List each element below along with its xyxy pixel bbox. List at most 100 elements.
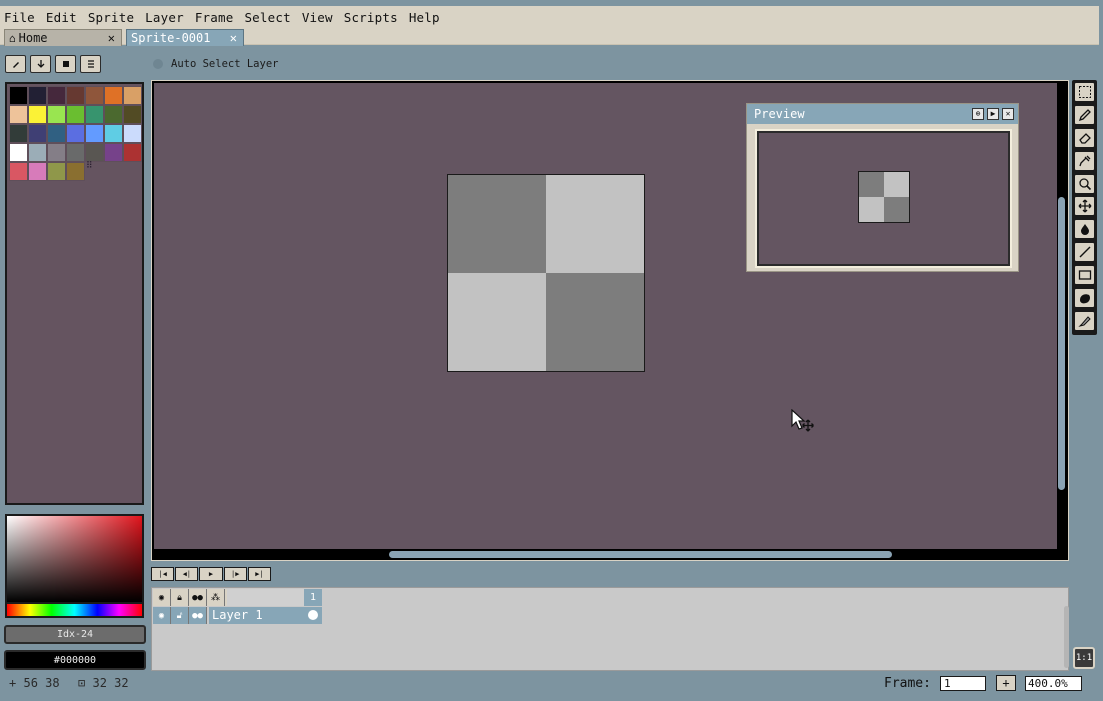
- palette-swatch[interactable]: [66, 124, 85, 143]
- home-icon: ⌂: [9, 31, 16, 45]
- palette-swatch[interactable]: [104, 124, 123, 143]
- onion-skin-icon[interactable]: ⁂: [207, 589, 225, 606]
- pixel-cell: [448, 273, 546, 371]
- palette-swatch[interactable]: [85, 124, 104, 143]
- palette-swatch[interactable]: [123, 86, 142, 105]
- palette-swatch[interactable]: [9, 124, 28, 143]
- palette-swatch[interactable]: [9, 86, 28, 105]
- palette-swatch[interactable]: [66, 143, 85, 162]
- cel-frame-1[interactable]: [304, 607, 322, 624]
- paint-drop-icon: [1080, 224, 1089, 235]
- palette-swatch[interactable]: [9, 162, 28, 181]
- palette-swatch[interactable]: [28, 162, 47, 181]
- menu-scripts[interactable]: Scripts: [344, 10, 398, 25]
- menu-edit[interactable]: Edit: [46, 10, 77, 25]
- zoom-input[interactable]: 400.0%: [1025, 676, 1082, 691]
- layer-lock-icon[interactable]: 🔓︎: [171, 607, 189, 624]
- palette-swatch[interactable]: [104, 86, 123, 105]
- close-icon[interactable]: ✕: [108, 31, 115, 45]
- menu-select[interactable]: Select: [244, 10, 290, 25]
- layer-name[interactable]: Layer 1: [209, 607, 304, 624]
- menu-file[interactable]: File: [4, 10, 35, 25]
- zoom-reset-button[interactable]: 1:1: [1073, 647, 1095, 669]
- pencil-tool-button[interactable]: [1074, 105, 1095, 125]
- zoom-tool-button[interactable]: [1074, 174, 1095, 194]
- move-tool-button[interactable]: [1074, 196, 1095, 216]
- palette-swatch[interactable]: [47, 143, 66, 162]
- fill-tool-button[interactable]: [1074, 219, 1095, 239]
- sprite-canvas[interactable]: [447, 174, 645, 372]
- frame-header[interactable]: 1: [304, 589, 322, 606]
- previous-frame-button[interactable]: ◀|: [175, 567, 199, 581]
- auto-select-checkbox[interactable]: [153, 59, 163, 69]
- blur-tool-button[interactable]: [1074, 311, 1095, 331]
- palette-swatch[interactable]: [47, 162, 66, 181]
- options-button[interactable]: [80, 55, 101, 73]
- rectangle-tool-button[interactable]: [1074, 265, 1095, 285]
- visibility-header-icon[interactable]: ◉: [153, 589, 171, 606]
- marquee-tool-button[interactable]: [1074, 82, 1095, 102]
- menu-view[interactable]: View: [302, 10, 333, 25]
- layer-continuous-icon[interactable]: ●●: [189, 607, 207, 624]
- palette-swatch[interactable]: [47, 86, 66, 105]
- palette-swatch[interactable]: [104, 143, 123, 162]
- palette-swatch[interactable]: [66, 86, 85, 105]
- close-icon[interactable]: ✕: [1002, 108, 1014, 120]
- palette-swatch[interactable]: [28, 124, 47, 143]
- palette-swatch[interactable]: [28, 86, 47, 105]
- palette-swatch[interactable]: [28, 143, 47, 162]
- last-frame-button[interactable]: ▶|: [247, 567, 272, 581]
- palette-swatch[interactable]: [47, 124, 66, 143]
- add-frame-button[interactable]: +: [996, 675, 1016, 691]
- palette-swatch[interactable]: [123, 124, 142, 143]
- palette-swatch[interactable]: [66, 105, 85, 124]
- fill-button[interactable]: [55, 55, 76, 73]
- tab-sprite[interactable]: Sprite-0001 ✕: [126, 29, 244, 46]
- drop-button[interactable]: [30, 55, 51, 73]
- hue-slider[interactable]: [7, 602, 142, 616]
- menu-sprite[interactable]: Sprite: [88, 10, 134, 25]
- menu-help[interactable]: Help: [409, 10, 440, 25]
- eyedropper-tool-button[interactable]: [1074, 151, 1095, 171]
- palette-swatch[interactable]: [123, 105, 142, 124]
- timeline-scrollbar[interactable]: [1064, 606, 1069, 668]
- pixel-cell: [884, 172, 909, 197]
- play-button[interactable]: ▶: [199, 567, 223, 581]
- next-frame-button[interactable]: |▶: [223, 567, 247, 581]
- lock-header-icon[interactable]: 🔒︎: [171, 589, 189, 606]
- palette-resize-handle[interactable]: ⠿: [86, 161, 93, 171]
- color-hex-field[interactable]: #000000: [4, 650, 146, 670]
- center-icon[interactable]: ⊕: [972, 108, 984, 120]
- pen-mode-button[interactable]: [5, 55, 26, 73]
- palette-swatch[interactable]: [47, 105, 66, 124]
- close-icon[interactable]: ✕: [230, 31, 237, 45]
- vertical-scrollbar[interactable]: [1058, 197, 1065, 490]
- palette-swatch[interactable]: [85, 86, 104, 105]
- palette-swatch[interactable]: [9, 105, 28, 124]
- palette-swatch[interactable]: [28, 105, 47, 124]
- layer-visibility-icon[interactable]: ◉: [153, 607, 171, 624]
- continuous-header-icon[interactable]: ●●: [189, 589, 207, 606]
- sprite-size-value: 32 32: [92, 676, 129, 690]
- palette-swatch[interactable]: [66, 162, 85, 181]
- tab-home[interactable]: ⌂ Home ✕: [4, 29, 122, 46]
- horizontal-scrollbar[interactable]: [389, 551, 892, 558]
- palette-swatch[interactable]: [85, 105, 104, 124]
- palette-swatch[interactable]: [85, 143, 104, 162]
- eraser-tool-button[interactable]: [1074, 128, 1095, 148]
- palette-swatch[interactable]: [123, 143, 142, 162]
- line-tool-button[interactable]: [1074, 242, 1095, 262]
- palette-swatch[interactable]: [9, 143, 28, 162]
- menu-layer[interactable]: Layer: [145, 10, 184, 25]
- menu-frame[interactable]: Frame: [195, 10, 234, 25]
- color-index-field[interactable]: Idx-24: [4, 625, 146, 644]
- auto-select-label[interactable]: Auto Select Layer: [171, 58, 278, 70]
- first-frame-button[interactable]: |◀: [151, 567, 175, 581]
- preview-canvas[interactable]: [757, 131, 1010, 266]
- play-icon[interactable]: ▶: [987, 108, 999, 120]
- eraser-icon: [1078, 133, 1091, 144]
- palette-swatch[interactable]: [104, 105, 123, 124]
- saturation-value-area[interactable]: [7, 516, 142, 602]
- frame-input[interactable]: 1: [940, 676, 986, 691]
- contour-tool-button[interactable]: [1074, 288, 1095, 308]
